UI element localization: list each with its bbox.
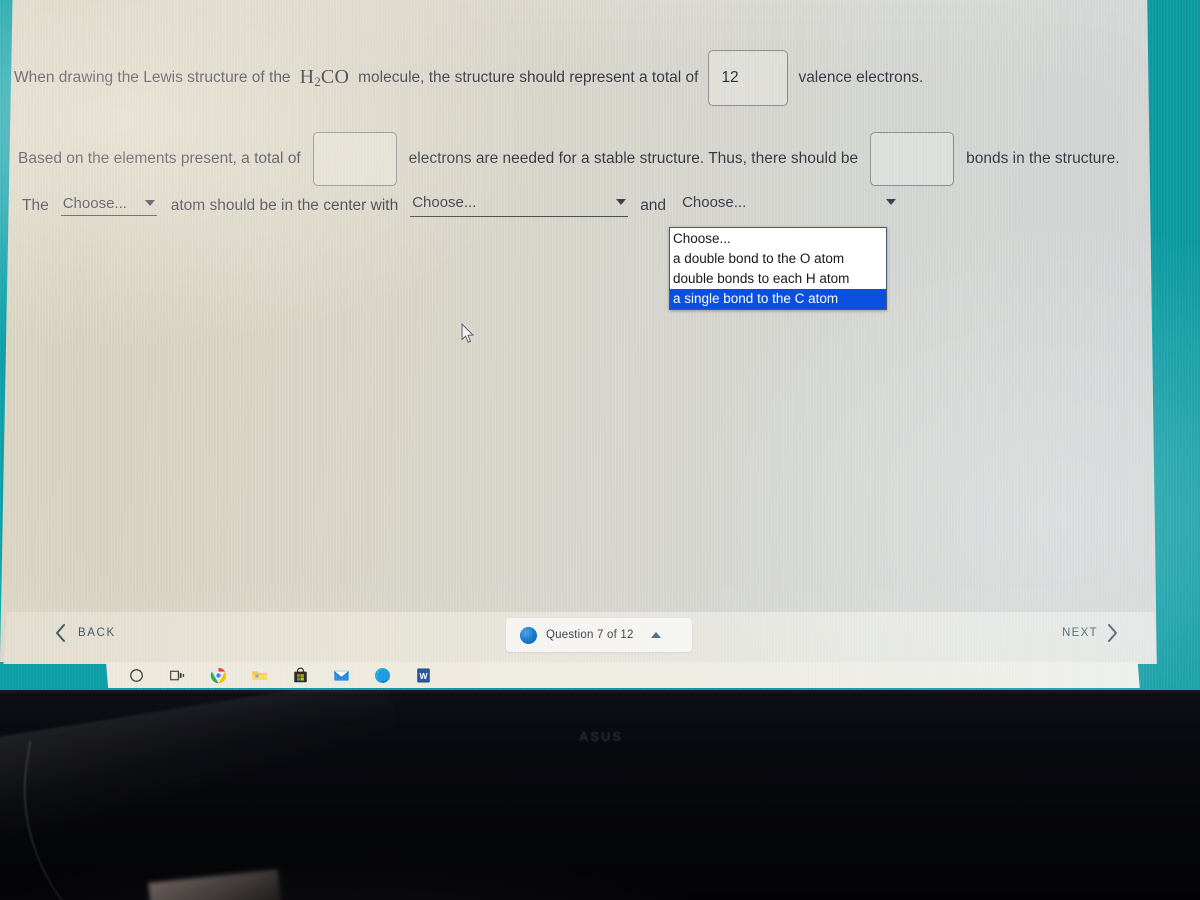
microsoft-store-icon	[294, 667, 307, 682]
taskbar-item-cortana[interactable]	[116, 662, 157, 688]
line2-text-trailing: bonds in the structure.	[966, 150, 1120, 167]
cortana-circle-icon	[130, 668, 143, 682]
taskbar-item-microsoft-store[interactable]	[280, 662, 321, 688]
dropdown-option-selected[interactable]: a single bond to the C atom	[670, 289, 886, 309]
line2-text-middle: electrons are needed for a stable struct…	[408, 150, 859, 167]
line1-text-trailing: valence electrons.	[798, 69, 924, 86]
bond-type-dropdown-list[interactable]: Choose... a double bond to the O atom do…	[669, 227, 887, 310]
bond-type-select-2[interactable]: Choose...	[680, 194, 898, 217]
bond-type-select-2-value: Choose...	[682, 194, 747, 211]
center-atom-select[interactable]: Choose...	[60, 195, 157, 216]
question-status-pill[interactable]: Question 7 of 12	[506, 618, 692, 652]
question-line-1: When drawing the Lewis structure of the …	[14, 50, 923, 106]
line3-text-middle: atom should be in the center with	[170, 196, 399, 214]
taskbar-item-task-view[interactable]	[157, 662, 198, 688]
mail-icon	[334, 670, 349, 681]
chevron-right-icon	[1107, 624, 1117, 642]
bond-type-select-1[interactable]: Choose...	[410, 194, 629, 217]
line3-text-the: The	[22, 196, 49, 214]
laptop-screen: When drawing the Lewis structure of the …	[0, 0, 1200, 690]
bonds-count-input[interactable]	[870, 132, 955, 186]
chevron-down-icon	[144, 200, 155, 206]
question-status-label: Question 7 of 12	[546, 629, 634, 641]
file-explorer-icon	[252, 670, 267, 680]
taskbar-item-chrome[interactable]	[198, 662, 239, 688]
edge-icon	[375, 667, 390, 683]
chemical-formula-h2co: H2CO	[299, 66, 350, 89]
question-body: When drawing the Lewis structure of the …	[0, 0, 1200, 614]
photo-of-laptop-screen: ASUS When drawing the Lewis structure of…	[0, 0, 1200, 900]
line3-text-and: and	[640, 196, 667, 214]
line2-text-before: Based on the elements present, a total o…	[18, 150, 301, 167]
next-button-label: NEXT	[1062, 627, 1098, 639]
chevron-down-icon	[886, 199, 897, 205]
dropdown-option[interactable]: Choose...	[670, 229, 886, 249]
mouse-cursor-icon	[461, 323, 475, 344]
taskbar-item-mail[interactable]	[321, 662, 362, 688]
electrons-needed-input[interactable]	[312, 132, 397, 186]
laptop-body-and-desk: ASUS	[0, 675, 1200, 900]
question-progress-dot-icon	[520, 626, 537, 644]
quiz-navigation-bar: BACK Question 7 of 12 NEXT	[3, 612, 1157, 664]
chrome-icon	[210, 667, 227, 683]
chevron-up-icon[interactable]	[650, 632, 661, 638]
question-line-3: The Choose... atom should be in the cent…	[22, 194, 898, 217]
line1-text-after: molecule, the structure should represent…	[358, 69, 699, 86]
valence-electrons-input[interactable]: 12	[708, 50, 789, 106]
bond-type-select-1-value: Choose...	[412, 194, 477, 211]
chevron-left-icon	[56, 624, 65, 642]
center-atom-select-value: Choose...	[62, 195, 127, 212]
dropdown-option[interactable]: a double bond to the O atom	[670, 249, 886, 269]
word-icon: W	[417, 668, 430, 682]
taskbar-item-file-explorer[interactable]	[239, 662, 280, 688]
question-line-2: Based on the elements present, a total o…	[18, 132, 1120, 186]
line1-text-before: When drawing the Lewis structure of the	[14, 69, 291, 86]
next-button[interactable]: NEXT	[1062, 624, 1118, 642]
back-button-label: BACK	[78, 627, 116, 639]
svg-text:W: W	[419, 670, 428, 680]
chevron-down-icon	[616, 199, 627, 205]
taskbar-item-word[interactable]: W	[403, 662, 444, 688]
dropdown-option[interactable]: double bonds to each H atom	[670, 269, 886, 289]
taskbar-item-edge[interactable]	[362, 662, 403, 688]
windows-taskbar[interactable]: W	[106, 662, 1140, 688]
back-button[interactable]: BACK	[55, 624, 116, 642]
laptop-brand-logo: ASUS	[578, 729, 624, 744]
task-view-icon	[170, 670, 185, 680]
